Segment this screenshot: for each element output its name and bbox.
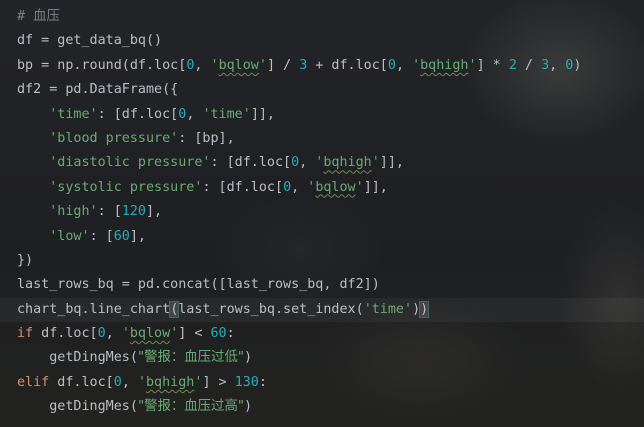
code-token: : [ xyxy=(89,228,114,244)
code-token: ] < xyxy=(178,326,211,342)
code-token: df.loc[ xyxy=(33,326,98,342)
code-token: ' xyxy=(258,57,267,73)
code-token: 'time' xyxy=(17,106,98,122)
code-token: bqlow xyxy=(218,57,259,73)
code-line[interactable]: if df.loc[0, 'bqlow'] < 60: xyxy=(0,322,644,346)
code-token: if xyxy=(17,326,34,342)
code-token: , xyxy=(194,57,211,73)
code-token: bqhigh xyxy=(146,374,195,390)
code-token: 'systolic pressure' xyxy=(17,179,203,195)
code-line[interactable]: elif df.loc[0, 'bqhigh'] > 130: xyxy=(0,371,644,395)
code-token: ], xyxy=(129,228,146,244)
code-line[interactable]: bp = np.round(df.loc[0, 'bqlow'] / 3 + d… xyxy=(0,54,644,78)
code-token: bqlow xyxy=(129,326,171,342)
code-token: 0 xyxy=(97,326,106,342)
code-token: ], xyxy=(146,204,163,220)
code-token: : xyxy=(258,374,267,390)
code-token: bqlow xyxy=(315,179,356,195)
code-token: / xyxy=(516,57,542,73)
code-token: ]], xyxy=(363,179,388,195)
code-token: ]], xyxy=(379,155,404,171)
code-line[interactable]: 'time': [df.loc[0, 'time']], xyxy=(0,103,644,127)
code-token: 'time' xyxy=(363,301,413,317)
code-token: , xyxy=(105,326,122,342)
code-token: 60 xyxy=(210,326,227,342)
code-token: 'high' xyxy=(17,204,98,220)
code-line[interactable]: 'high': [120], xyxy=(0,200,644,224)
code-token: bqhigh xyxy=(420,57,469,73)
code-token: }) xyxy=(17,252,34,268)
code-line[interactable]: getDingMes("警报：血压过低") xyxy=(0,346,644,370)
code-line[interactable]: df = get_data_bq() xyxy=(0,29,644,53)
code-token: 'low' xyxy=(17,228,90,244)
code-token: , xyxy=(549,57,566,73)
code-token: , xyxy=(291,179,308,195)
code-token: getDingMes( xyxy=(17,350,138,366)
code-token: ' xyxy=(412,57,421,73)
code-token: , xyxy=(121,374,138,390)
code-line[interactable]: getDingMes("警报：血压过高") xyxy=(0,395,644,419)
code-token: "警报：血压过高" xyxy=(137,399,244,415)
code-token: ' xyxy=(355,179,364,195)
code-line[interactable]: # 血压 xyxy=(0,5,644,29)
code-token: , xyxy=(186,106,203,122)
code-line[interactable]: 'systolic pressure': [df.loc[0, 'bqlow']… xyxy=(0,176,644,200)
code-token: 0 xyxy=(113,374,122,390)
code-line[interactable]: }) xyxy=(0,249,644,273)
code-token: ' xyxy=(371,155,380,171)
code-token: ]], xyxy=(250,106,275,122)
code-token: # 血压 xyxy=(17,9,60,24)
code-token: ] > xyxy=(202,374,235,390)
code-token: ) xyxy=(412,301,421,317)
code-token: df2 = pd.DataFrame({ xyxy=(17,82,179,98)
code-token: df = get_data_bq() xyxy=(17,33,163,49)
code-token: ) xyxy=(244,350,253,366)
code-line[interactable]: 'blood pressure': [bp], xyxy=(0,127,644,151)
code-token: last_rows_bq = pd.concat([last_rows_bq, … xyxy=(17,277,380,293)
code-line[interactable]: 'diastolic pressure': [df.loc[0, 'bqhigh… xyxy=(0,151,644,175)
code-token: bqhigh xyxy=(323,155,372,171)
code-token: : [df.loc[ xyxy=(210,155,292,171)
code-token: ] / xyxy=(266,57,300,73)
code-line[interactable]: 'low': [60], xyxy=(0,225,644,249)
code-token: bp = np.round(df.loc[ xyxy=(17,57,187,73)
code-token: 120 xyxy=(121,204,146,220)
code-token: chart_bq.line_chart xyxy=(17,301,171,317)
code-token: , xyxy=(395,57,413,73)
code-line[interactable]: last_rows_bq = pd.concat([last_rows_bq, … xyxy=(0,273,644,297)
code-token: 3 xyxy=(541,57,550,73)
code-token: : [df.loc[ xyxy=(97,106,179,122)
code-token: getDingMes( xyxy=(17,399,138,415)
code-editor[interactable]: # 血压 df = get_data_bq()bp = np.round(df.l… xyxy=(0,0,644,427)
code-token: "警报：血压过低" xyxy=(137,350,244,366)
code-token: 60 xyxy=(113,228,130,244)
code-token: df.loc[ xyxy=(49,374,114,390)
code-token: ] * xyxy=(476,57,509,73)
code-token: 0 xyxy=(283,179,292,195)
code-token: ' xyxy=(468,57,477,73)
code-token: ' xyxy=(121,326,130,342)
code-token: , xyxy=(299,155,316,171)
code-token: ' xyxy=(210,57,219,73)
code-token: ) xyxy=(573,57,582,73)
code-token: : [bp], xyxy=(178,130,235,146)
code-token: : xyxy=(226,326,235,342)
code-line[interactable]: chart_bq.line_chart(last_rows_bq.set_ind… xyxy=(0,297,644,323)
code-token: elif xyxy=(17,374,50,390)
code-token: 0 xyxy=(291,155,300,171)
code-token: 2 xyxy=(508,57,517,73)
code-token: 130 xyxy=(234,374,259,390)
code-token: ) xyxy=(244,399,253,415)
code-token: : [df.loc[ xyxy=(202,179,284,195)
code-token: : [ xyxy=(97,204,122,220)
code-token: 0 xyxy=(387,57,396,73)
code-token: 'blood pressure' xyxy=(17,130,179,146)
code-token: ' xyxy=(137,374,146,390)
code-line[interactable]: df2 = pd.DataFrame({ xyxy=(0,78,644,102)
code-token: last_rows_bq.set_index( xyxy=(178,301,364,317)
code-token: 'time' xyxy=(202,106,251,122)
code-token: 'diastolic pressure' xyxy=(17,155,211,171)
code-token: + df.loc[ xyxy=(307,57,388,73)
code-token: ) xyxy=(419,300,430,318)
